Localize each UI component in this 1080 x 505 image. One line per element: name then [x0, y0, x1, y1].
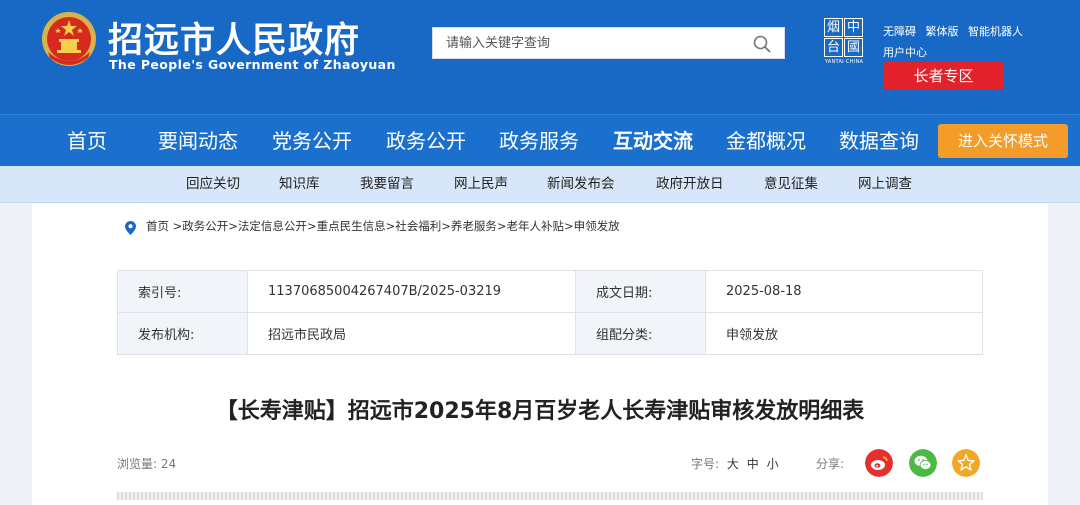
category-label: 组配分类: — [575, 312, 706, 355]
breadcrumb-home[interactable]: 首页 — [146, 219, 169, 233]
brand-caption: YANTAI·CHINA — [824, 59, 864, 65]
nav-item-data-query[interactable]: 数据查询 — [839, 115, 919, 167]
category-value: 申领发放 — [705, 312, 983, 355]
site-title: 招远市人民政府 — [108, 21, 361, 61]
brand-char: 台 — [824, 38, 843, 57]
font-size-control: 字号: 大 中 小 — [691, 455, 779, 472]
national-emblem-icon[interactable] — [40, 10, 98, 72]
subnav-item-opinion[interactable]: 意见征集 — [764, 166, 818, 203]
subnav-item-open-day[interactable]: 政府开放日 — [656, 166, 724, 203]
nav-item-government-affairs[interactable]: 政务公开 — [386, 115, 466, 167]
nav-item-interaction[interactable]: 互动交流 — [613, 115, 693, 167]
breadcrumb-elderly-subsidy[interactable]: >老年人补贴 — [497, 219, 564, 233]
traditional-chinese-link[interactable]: 繁体版 — [926, 25, 959, 38]
article-title: 【长寿津贴】招远市2025年8月百岁老人长寿津贴审核发放明细表 — [215, 399, 865, 424]
brand-char: 中 — [844, 18, 863, 37]
subnav-item-survey[interactable]: 网上调查 — [858, 166, 912, 203]
font-size-small[interactable]: 小 — [767, 457, 779, 471]
breadcrumb-legal-disclosure[interactable]: >法定信息公开 — [228, 219, 307, 233]
nav-item-news[interactable]: 要闻动态 — [158, 115, 238, 167]
quick-links: 无障碍 繁体版 智能机器人 — [883, 23, 1029, 39]
search-box — [432, 27, 785, 59]
document-info-table: 索引号: 11370685004267407B/2025-03219 成文日期:… — [117, 270, 983, 355]
accessibility-link[interactable]: 无障碍 — [883, 25, 916, 38]
care-mode-button[interactable]: 进入关怀模式 — [938, 124, 1068, 158]
subnav-item-concerns[interactable]: 回应关切 — [186, 166, 240, 203]
table-row: 索引号: 11370685004267407B/2025-03219 成文日期:… — [117, 270, 983, 313]
favorite-star-icon[interactable] — [952, 449, 980, 477]
date-value: 2025-08-18 — [705, 270, 983, 313]
site-subtitle: The People's Government of Zhaoyuan — [109, 57, 396, 72]
nav-item-government-services[interactable]: 政务服务 — [499, 115, 579, 167]
content-divider — [117, 492, 983, 500]
wechat-share-icon[interactable] — [909, 449, 937, 477]
publisher-label: 发布机构: — [117, 312, 248, 355]
breadcrumb-livelihood[interactable]: >重点民生信息 — [307, 219, 386, 233]
subnav-item-press-conference[interactable]: 新闻发布会 — [547, 166, 615, 203]
search-input[interactable] — [433, 28, 743, 58]
breadcrumb-elderly-services[interactable]: >养老服务 — [441, 219, 497, 233]
breadcrumb-distribution[interactable]: >申领发放 — [564, 219, 620, 233]
breadcrumb-social-welfare[interactable]: >社会福利 — [386, 219, 442, 233]
main-nav: 首页 要闻动态 党务公开 政务公开 政务服务 互动交流 金都概况 数据查询 进入… — [0, 114, 1080, 166]
font-size-large[interactable]: 大 — [727, 457, 739, 471]
nav-item-party-affairs[interactable]: 党务公开 — [272, 115, 352, 167]
index-number-label: 索引号: — [117, 270, 248, 313]
smart-robot-link[interactable]: 智能机器人 — [968, 25, 1023, 38]
view-count: 浏览量: 24 — [117, 457, 177, 471]
yantai-brand-logo: 烟 中 台 國 YANTAI·CHINA — [824, 18, 864, 66]
breadcrumb-government-affairs[interactable]: >政务公开 — [173, 219, 229, 233]
subnav-item-knowledge[interactable]: 知识库 — [279, 166, 320, 203]
elder-zone-button[interactable]: 长者专区 — [883, 62, 1004, 90]
brand-char: 烟 — [824, 18, 843, 37]
font-size-medium[interactable]: 中 — [747, 457, 759, 471]
site-header: 招远市人民政府 The People's Government of Zhaoy… — [0, 0, 1080, 114]
weibo-share-icon[interactable] — [865, 449, 893, 477]
nav-item-home[interactable]: 首页 — [67, 115, 107, 167]
brand-char: 國 — [844, 38, 863, 57]
location-pin-icon — [125, 221, 136, 235]
font-size-label: 字号: — [691, 457, 720, 471]
user-center-link[interactable]: 用户中心 — [883, 44, 927, 60]
publisher-value: 招远市民政局 — [247, 312, 576, 355]
share-label: 分享: — [816, 457, 845, 471]
subnav-item-public-voice[interactable]: 网上民声 — [454, 166, 508, 203]
date-label: 成文日期: — [575, 270, 706, 313]
nav-item-jindu-overview[interactable]: 金都概况 — [726, 115, 806, 167]
breadcrumb: 首页 >政务公开>法定信息公开>重点民生信息>社会福利>养老服务>老年人补贴>申… — [146, 218, 620, 234]
sub-nav: 回应关切 知识库 我要留言 网上民声 新闻发布会 政府开放日 意见征集 网上调查 — [0, 166, 1080, 203]
subnav-item-leave-message[interactable]: 我要留言 — [360, 166, 414, 203]
search-icon[interactable] — [752, 34, 772, 54]
table-row: 发布机构: 招远市民政局 组配分类: 申领发放 — [117, 312, 983, 355]
index-number-value: 11370685004267407B/2025-03219 — [247, 270, 576, 313]
